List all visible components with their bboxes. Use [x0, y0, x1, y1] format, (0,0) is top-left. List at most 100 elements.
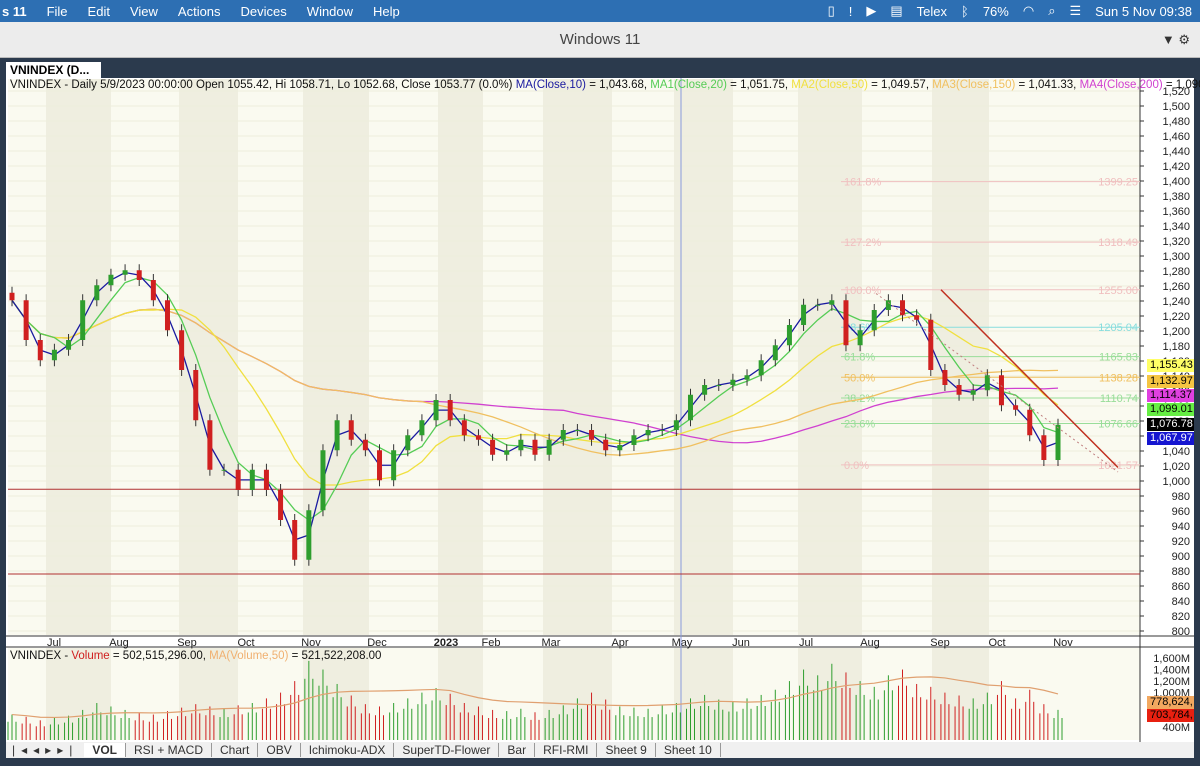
candle-body — [348, 420, 354, 440]
price-badge: 1,067.97 — [1147, 432, 1194, 445]
y-tick-label: 1,300 — [1162, 251, 1190, 263]
x-tick-label: Nov — [1053, 637, 1073, 649]
ma20-label: MA1(Close,20) — [650, 79, 727, 91]
candle-body — [391, 450, 397, 481]
sidebar-icon[interactable]: ▯ — [828, 3, 835, 19]
x-tick-label: Jul — [47, 637, 61, 649]
x-tick-label: Aug — [860, 637, 880, 649]
x-tick-label: Feb — [482, 637, 501, 649]
y-tick-label: 1,420 — [1162, 161, 1190, 173]
y-tick-label: 1,380 — [1162, 191, 1190, 203]
candle-body — [320, 450, 326, 511]
tab-nav-arrows[interactable]: |◂◂▸▸| — [6, 743, 84, 757]
menu-edit[interactable]: Edit — [88, 4, 110, 19]
price-badge: 1,114.37 — [1147, 389, 1194, 402]
volume-label: Volume — [71, 650, 110, 662]
sheet-tab[interactable]: SuperTD-Flower — [394, 743, 500, 757]
candle-body — [1027, 409, 1033, 436]
menu-file[interactable]: File — [47, 4, 68, 19]
candle-body — [461, 420, 467, 436]
sheet-tab[interactable]: RSI + MACD — [126, 743, 213, 757]
volume-badge: 703,784, — [1147, 709, 1194, 722]
y-tick-label: 1,360 — [1162, 206, 1190, 218]
menu-view[interactable]: View — [130, 4, 158, 19]
candle-body — [80, 300, 86, 340]
chart-svg[interactable]: 1,5201,5001,4801,4601,4401,4201,4001,380… — [6, 78, 1194, 742]
candle-body — [659, 430, 665, 431]
ma150-value: = 1,041.33, — [1015, 79, 1080, 91]
candle-body — [1041, 435, 1047, 460]
sheet-tab[interactable]: OBV — [258, 743, 301, 757]
sheet-tab[interactable]: RFI-RMI — [535, 743, 598, 757]
fib-value: 1110.74 — [1100, 393, 1138, 405]
candle-body — [150, 280, 156, 301]
y-tick-label: 1,040 — [1162, 446, 1190, 458]
y-tick-label: 1,500 — [1162, 101, 1190, 113]
price-badge: 1,132.97 — [1147, 375, 1194, 388]
sheet-tab[interactable]: Sheet 10 — [656, 743, 721, 757]
menu-actions[interactable]: Actions — [178, 4, 221, 19]
month-band — [674, 648, 733, 740]
candle-body — [278, 490, 284, 520]
app-name[interactable]: s 11 — [2, 4, 27, 19]
candle-body — [504, 450, 510, 455]
gear-icon[interactable]: ⚙ — [1178, 32, 1190, 47]
search-icon[interactable]: ⌕ — [1048, 3, 1055, 19]
y-tick-label: 920 — [1172, 536, 1190, 548]
menu-window[interactable]: Window — [307, 4, 353, 19]
sheet-tab[interactable]: Sheet 9 — [597, 743, 656, 757]
y-tick-label: 1,220 — [1162, 311, 1190, 323]
month-band — [674, 79, 733, 635]
keyboard-icon[interactable]: ▤ — [890, 3, 902, 19]
candle-body — [292, 520, 298, 560]
sheet-tab[interactable]: Bar — [499, 743, 536, 757]
menu-help[interactable]: Help — [373, 4, 400, 19]
candle-body — [687, 394, 693, 421]
clock[interactable]: Sun 5 Nov 09:38 — [1095, 4, 1192, 19]
x-tick-label: Jul — [799, 637, 813, 649]
sheet-tab[interactable]: Chart — [212, 743, 259, 757]
wifi-icon[interactable]: ◠ — [1023, 3, 1034, 19]
candle-body — [334, 420, 340, 451]
y-tick-label: 960 — [1172, 506, 1190, 518]
candle-body — [857, 330, 863, 346]
x-tick-label: Sep — [177, 637, 197, 649]
x-tick-label: Mar — [542, 637, 561, 649]
sheet-tab[interactable]: VOL — [84, 743, 126, 757]
fib-value: 1138.28 — [1099, 372, 1138, 384]
candle-body — [956, 385, 962, 395]
x-tick-label: 2023 — [434, 637, 458, 649]
volume-tick-label: 1,200M — [1153, 676, 1190, 688]
alert-icon[interactable]: ! — [849, 4, 853, 19]
candle-body — [447, 400, 453, 421]
control-center-icon[interactable]: ☰ — [1069, 3, 1081, 19]
sheet-tab[interactable]: Ichimoku-ADX — [301, 743, 395, 757]
candle-body — [362, 439, 368, 451]
menu-devices[interactable]: Devices — [241, 4, 287, 19]
ma10-value: = 1,043.68, — [586, 79, 651, 91]
candle-body — [730, 379, 736, 385]
chart-tab[interactable]: VNINDEX (D... — [6, 62, 101, 78]
y-tick-label: 1,440 — [1162, 146, 1190, 158]
candle-body — [475, 435, 481, 440]
y-tick-label: 1,260 — [1162, 281, 1190, 293]
x-tick-label: Dec — [367, 637, 387, 649]
candle-body — [263, 469, 269, 490]
ma150-label: MA3(Close,150) — [932, 79, 1016, 91]
candle-body — [815, 304, 821, 306]
ma200-label: MA4(Close,200) — [1079, 79, 1163, 91]
battery-label[interactable]: 76% — [983, 4, 1009, 19]
price-info: VNINDEX - Daily 5/9/2023 00:00:00 Open 1… — [10, 79, 1200, 91]
bluetooth-icon[interactable]: ᛒ — [961, 4, 969, 19]
price-badge: 1,076.78 — [1147, 418, 1194, 431]
candle-body — [419, 420, 425, 436]
play-icon[interactable]: ▶ — [866, 3, 876, 19]
dropdown-icon[interactable]: ▼ — [1162, 32, 1175, 47]
ma20-value: = 1,051.75, — [726, 79, 792, 91]
volume-tick-label: 1,600M — [1153, 653, 1190, 665]
telex-label[interactable]: Telex — [917, 4, 947, 19]
candle-body — [433, 400, 439, 421]
y-tick-label: 1,320 — [1162, 236, 1190, 248]
candle-body — [885, 300, 891, 310]
candle-body — [9, 292, 15, 301]
